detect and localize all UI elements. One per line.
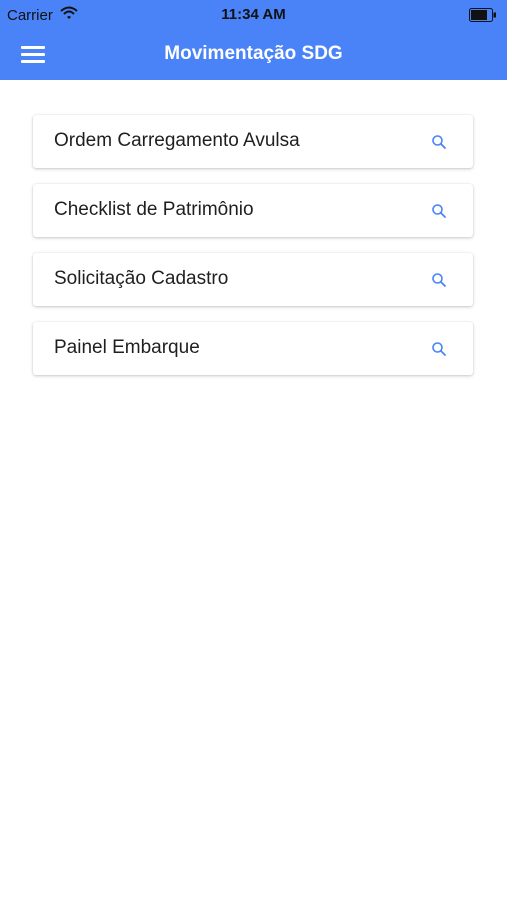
header-bar: Movimentação SDG bbox=[0, 30, 507, 80]
search-icon[interactable] bbox=[431, 203, 447, 219]
menu-list: Ordem Carregamento Avulsa Checklist de P… bbox=[33, 115, 473, 391]
search-icon[interactable] bbox=[431, 134, 447, 150]
list-item-painel-embarque[interactable]: Painel Embarque bbox=[33, 322, 473, 375]
status-bar: Carrier 11:34 AM bbox=[0, 0, 507, 30]
status-time: 11:34 AM bbox=[221, 6, 286, 23]
list-item-label: Painel Embarque bbox=[54, 337, 200, 358]
battery-icon bbox=[469, 8, 496, 22]
page-title: Movimentação SDG bbox=[164, 43, 343, 64]
list-item-label: Solicitação Cadastro bbox=[54, 268, 229, 289]
list-item-label: Ordem Carregamento Avulsa bbox=[54, 130, 300, 151]
list-item-checklist-patrimonio[interactable]: Checklist de Patrimônio bbox=[33, 184, 473, 237]
list-item-solicitacao-cadastro[interactable]: Solicitação Cadastro bbox=[33, 253, 473, 306]
list-item-label: Checklist de Patrimônio bbox=[54, 199, 254, 220]
list-item-ordem-carregamento[interactable]: Ordem Carregamento Avulsa bbox=[33, 115, 473, 168]
search-icon[interactable] bbox=[431, 341, 447, 357]
search-icon[interactable] bbox=[431, 272, 447, 288]
